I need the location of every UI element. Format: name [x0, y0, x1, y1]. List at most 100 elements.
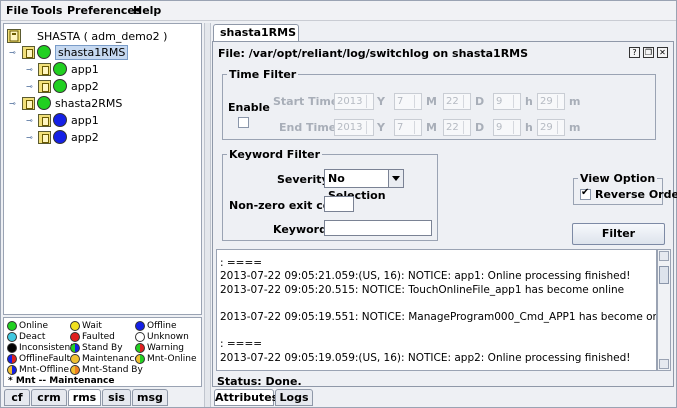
start-month-spinner[interactable]: 7 — [394, 93, 422, 110]
log-line: : ==== — [220, 257, 263, 269]
enable-checkbox[interactable] — [238, 117, 249, 128]
tree-node-app1[interactable]: app1 — [38, 61, 99, 77]
keyword-filter-title: Keyword Filter — [227, 148, 323, 161]
log-scrollbar[interactable] — [657, 249, 671, 371]
mnt-offline-status-icon — [7, 365, 17, 375]
node-label: shasta1RMS — [55, 44, 129, 60]
legend-item: Mnt-Stand By — [70, 365, 143, 375]
app-icon — [38, 79, 51, 93]
node-label: shasta2RMS — [55, 96, 123, 110]
online-status-icon — [53, 62, 67, 76]
end-year-spinner[interactable]: 2013 — [334, 119, 374, 136]
status-text: Status: Done. — [217, 375, 302, 388]
cluster-tree: SHASTA ( adm_demo2 ) ⊸ shasta1RMS ⊸ app1… — [3, 23, 202, 315]
legend-item: Online — [7, 321, 48, 331]
scroll-up-icon[interactable] — [659, 251, 669, 261]
expand-icon[interactable]: ⊸ — [26, 65, 33, 74]
app-window: File Tools Preferences Help SHASTA ( adm… — [0, 0, 677, 408]
menu-preferences[interactable]: Preferences — [67, 4, 141, 17]
tab-sis[interactable]: sis — [102, 389, 131, 406]
reverse-order-checkbox[interactable] — [580, 187, 591, 200]
legend-item: Mnt-Offline — [7, 365, 69, 375]
tab-attributes[interactable]: Attributes — [214, 389, 278, 406]
menu-tools[interactable]: Tools — [31, 4, 62, 17]
close-icon[interactable]: ✕ — [657, 47, 668, 58]
enable-label: Enable — [228, 101, 270, 114]
tab-crm[interactable]: crm — [31, 389, 67, 406]
filter-button[interactable]: Filter — [572, 223, 665, 245]
online-status-icon — [37, 96, 51, 110]
node-icon — [22, 96, 35, 110]
log-viewer-panel: File: /var/opt/reliant/log/switchlog on … — [212, 41, 677, 388]
start-hour-spinner[interactable]: 9 — [493, 93, 521, 110]
minute-unit: m — [569, 121, 581, 134]
legend-item: Deact — [7, 332, 45, 342]
end-hour-spinner[interactable]: 9 — [493, 119, 521, 136]
menu-file[interactable]: File — [6, 4, 29, 17]
expand-icon[interactable]: ⊸ — [26, 133, 33, 142]
tab-cf[interactable]: cf — [4, 389, 30, 406]
help-icon[interactable]: ? — [629, 47, 640, 58]
cluster-label: SHASTA ( adm_demo2 ) — [37, 29, 168, 43]
menu-bar: File Tools Preferences Help — [1, 1, 676, 21]
hour-unit: h — [525, 95, 533, 108]
tree-node-shasta1rms[interactable]: shasta1RMS — [22, 44, 129, 60]
legend-note: * Mnt -- Maintenance — [8, 376, 115, 386]
expand-icon[interactable]: ⊸ — [26, 116, 33, 125]
hour-unit: h — [525, 121, 533, 134]
year-unit: Y — [377, 95, 385, 108]
minute-unit: m — [569, 95, 581, 108]
start-time-label: Start Time: — [273, 95, 343, 108]
app-icon — [38, 113, 51, 127]
node-icon — [22, 45, 35, 59]
mnt-online-status-icon — [135, 354, 145, 364]
reverse-order-label: Reverse Order — [595, 188, 677, 201]
view-option-title: View Option — [578, 172, 658, 185]
start-day-spinner[interactable]: 22 — [443, 93, 471, 110]
split-divider[interactable] — [204, 23, 211, 407]
maintenance-status-icon — [70, 354, 80, 364]
start-year-spinner[interactable]: 2013 — [334, 93, 374, 110]
collapse-icon[interactable]: ⊸ — [9, 48, 16, 57]
tree-node-cluster[interactable]: SHASTA ( adm_demo2 ) — [7, 28, 167, 44]
online-status-icon — [37, 45, 51, 59]
time-filter-title: Time Filter — [227, 68, 299, 81]
severity-select[interactable]: No Selection — [324, 169, 404, 202]
keyword-label: Keyword: — [273, 223, 332, 236]
warning-status-icon — [135, 343, 145, 353]
exit-code-field[interactable] — [324, 196, 354, 212]
app-label: app1 — [71, 113, 99, 127]
log-line: 2013-07-22 09:05:19.551: NOTICE: ManageP… — [220, 311, 657, 323]
expand-icon[interactable]: ⊸ — [26, 82, 33, 91]
scroll-down-icon[interactable] — [659, 359, 669, 369]
month-unit: M — [426, 95, 437, 108]
tree-node-app1[interactable]: app1 — [38, 112, 99, 128]
year-unit: Y — [377, 121, 385, 134]
tab-logs[interactable]: Logs — [275, 389, 313, 406]
tab-shasta1rms[interactable]: shasta1RMS — [213, 24, 299, 42]
tab-rms[interactable]: rms — [68, 389, 101, 406]
legend-item: Inconsistent — [7, 343, 74, 353]
tree-node-app2[interactable]: app2 — [38, 78, 99, 94]
scroll-thumb[interactable] — [659, 266, 669, 284]
end-minute-spinner[interactable]: 29 — [537, 119, 565, 136]
start-minute-spinner[interactable]: 29 — [537, 93, 565, 110]
tab-msg[interactable]: msg — [132, 389, 168, 406]
file-title: File: /var/opt/reliant/log/switchlog on … — [218, 47, 529, 60]
end-day-spinner[interactable]: 22 — [443, 119, 471, 136]
offline-status-icon — [135, 321, 145, 331]
faulted-status-icon — [70, 332, 80, 342]
standby-status-icon — [70, 343, 80, 353]
menu-help[interactable]: Help — [133, 4, 161, 17]
keyword-input[interactable] — [324, 220, 432, 236]
collapse-icon[interactable]: ⊸ — [9, 99, 16, 108]
end-month-spinner[interactable]: 7 — [394, 119, 422, 136]
restore-icon[interactable]: ❐ — [643, 47, 654, 58]
tree-node-app2[interactable]: app2 — [38, 129, 99, 145]
chevron-down-icon[interactable] — [388, 170, 403, 187]
keyword-filter-group: Keyword Filter Severity: No Selection No… — [222, 148, 438, 241]
log-output[interactable]: : ==== 2013-07-22 09:05:21.059:(US, 16):… — [216, 249, 657, 371]
log-line: 2013-07-22 09:05:19.059:(US, 16): NOTICE… — [220, 352, 631, 364]
tree-node-shasta2rms[interactable]: shasta2RMS — [22, 95, 122, 111]
status-legend: Online Wait Offline Deact Faulted Unknow… — [3, 317, 202, 387]
